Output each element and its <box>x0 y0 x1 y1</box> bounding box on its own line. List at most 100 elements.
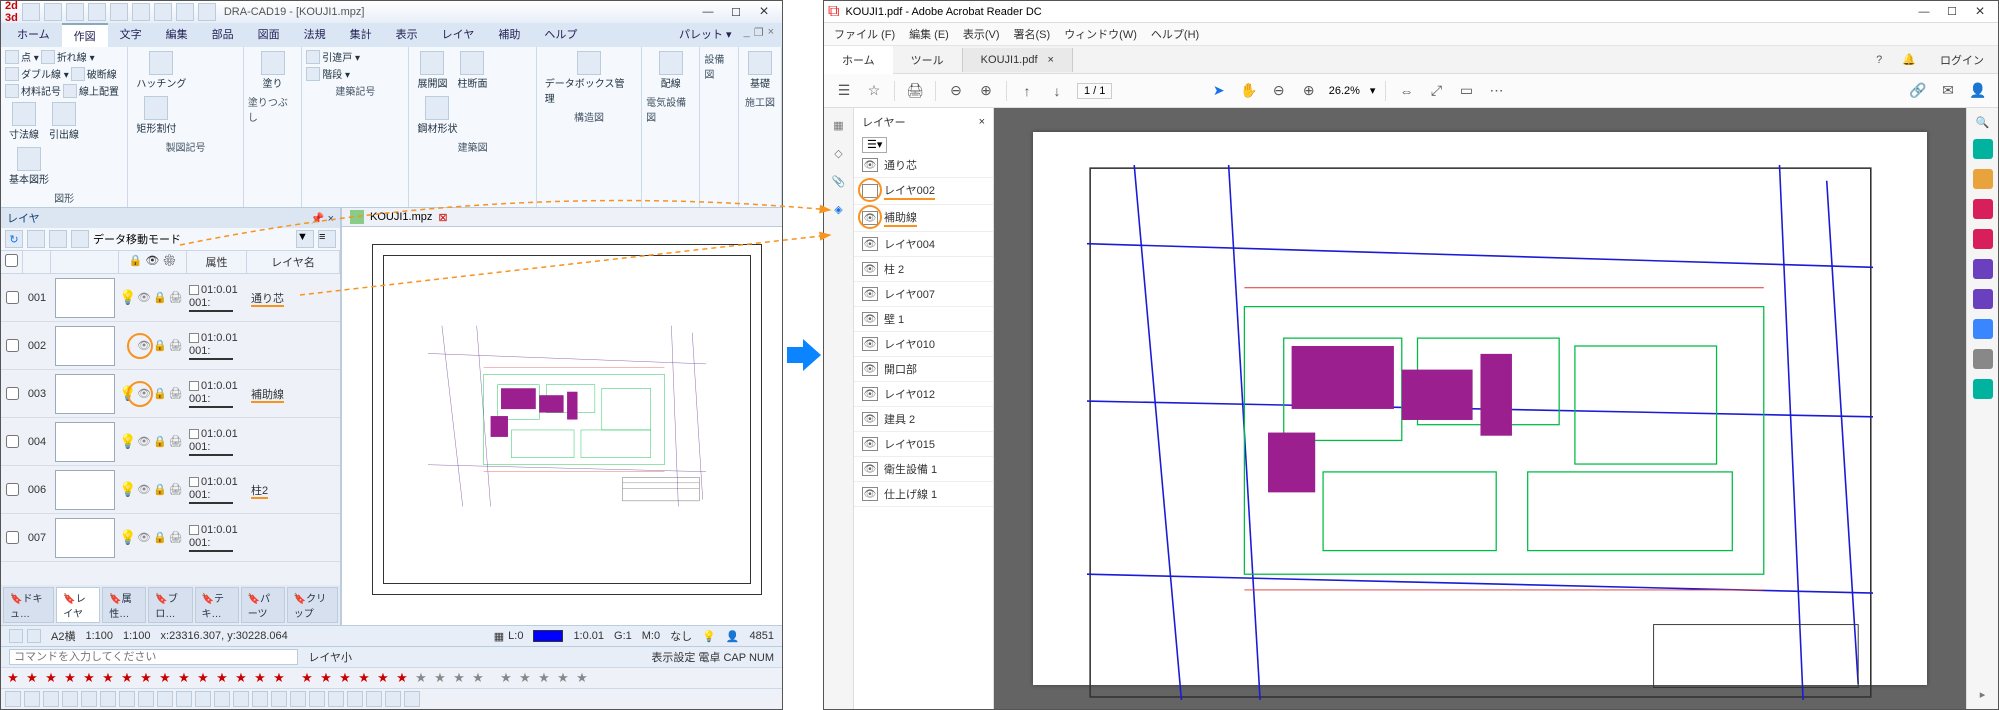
layer-row[interactable]: 003💡👁🔒🖨01:0.01001:補助線 <box>1 370 340 418</box>
layer-icons[interactable]: 👁🔒🖨 <box>137 339 187 352</box>
qat-icon[interactable] <box>66 3 84 21</box>
ribbon-small-button[interactable]: 引違戸 ▾ <box>306 49 360 64</box>
select-all-checkbox[interactable] <box>5 254 18 267</box>
toolbar-button[interactable] <box>195 691 211 707</box>
qat-icon[interactable] <box>198 3 216 21</box>
ribbon-tab[interactable]: 図面 <box>246 23 292 47</box>
ribbon-tab[interactable]: 文字 <box>108 23 154 47</box>
bulb-icon[interactable]: 💡 <box>119 433 137 450</box>
eye-icon[interactable]: 👁 <box>862 462 878 476</box>
toolbar-button[interactable] <box>309 691 325 707</box>
fit-width-icon[interactable]: ⇔ <box>1396 81 1416 101</box>
eye-icon[interactable]: 👁 <box>862 211 878 225</box>
pdf-layer-row[interactable]: レイヤ002 <box>854 178 993 205</box>
right-tool-button[interactable] <box>1973 229 1993 249</box>
toolbar-button[interactable] <box>385 691 401 707</box>
zoom-in-icon[interactable]: ⊕ <box>1299 81 1319 101</box>
ribbon-button[interactable]: データボックス管理 <box>541 49 637 107</box>
acrobat-canvas[interactable] <box>994 108 1966 709</box>
layer-row[interactable]: 002◌👁🔒🖨01:0.01001: <box>1 322 340 370</box>
eye-icon[interactable]: 👁 <box>862 437 878 451</box>
bell-icon[interactable]: 🔔 <box>1892 53 1926 66</box>
menu-item[interactable]: ウィンドウ(W) <box>1064 26 1137 42</box>
layer-name[interactable]: 補助線 <box>247 386 340 402</box>
bulb-icon[interactable]: 💡 <box>119 481 137 498</box>
menu-item[interactable]: 署名(S) <box>1014 26 1051 42</box>
status-right[interactable]: 表示設定 電卓 CAP NUM <box>651 649 774 665</box>
layer-thumbnail[interactable] <box>55 518 115 558</box>
bulb-icon[interactable]: 💡 <box>119 529 137 546</box>
right-tool-button[interactable] <box>1973 199 1993 219</box>
ribbon-tab[interactable]: 集計 <box>338 23 384 47</box>
menu-icon[interactable]: ≡ <box>318 230 336 248</box>
minimize-button[interactable]: — <box>694 2 722 22</box>
toolbar-star-icon[interactable]: ★ <box>318 670 334 686</box>
toolbar-button[interactable] <box>328 691 344 707</box>
eye-icon[interactable] <box>862 184 878 198</box>
zoom-out-icon[interactable]: ⊖ <box>946 81 966 101</box>
bulb-icon[interactable]: 💡 <box>119 289 137 306</box>
layer-attr[interactable]: 01:0.01001: <box>187 428 247 456</box>
side-tab[interactable]: 🔖ブロ… <box>148 587 192 623</box>
layer-attr[interactable]: 01:0.01001: <box>187 380 247 408</box>
layer-row[interactable]: 006💡👁🔒🖨01:0.01001:柱2 <box>1 466 340 514</box>
search-icon[interactable]: 🔍 <box>1976 116 1990 129</box>
layer-icons[interactable]: 👁🔒🖨 <box>137 435 187 448</box>
ribbon-button[interactable]: 矩形割付 <box>132 94 180 137</box>
toolbar-star-icon[interactable]: ★ <box>43 670 59 686</box>
eye-icon[interactable]: 👁 <box>862 237 878 251</box>
toolbar-star-icon[interactable]: ★ <box>536 670 552 686</box>
qat-icon[interactable] <box>88 3 106 21</box>
toolbar-star-icon[interactable]: ★ <box>470 670 486 686</box>
pdf-layer-row[interactable]: 👁レイヤ004 <box>854 232 993 257</box>
status-none[interactable]: なし <box>670 628 692 644</box>
eye-icon[interactable]: 👁 <box>862 387 878 401</box>
status-icon[interactable] <box>9 629 23 643</box>
ribbon-tab[interactable]: ヘルプ <box>532 23 589 47</box>
layer-attr[interactable]: 01:0.01001: <box>187 476 247 504</box>
toolbar-star-icon[interactable]: ★ <box>176 670 192 686</box>
right-tool-button[interactable] <box>1973 259 1993 279</box>
ribbon-button[interactable]: 基礎 <box>743 49 777 92</box>
toolbar-star-icon[interactable]: ★ <box>413 670 429 686</box>
scale-1[interactable]: 1:100 <box>85 630 113 642</box>
toolbar-button[interactable] <box>233 691 249 707</box>
bulb-icon[interactable]: 💡 <box>119 385 137 402</box>
ribbon-button[interactable]: 引出線 <box>45 100 83 143</box>
layer-thumbnail[interactable] <box>55 278 115 318</box>
right-tool-button[interactable] <box>1973 379 1993 399</box>
tab-tool[interactable]: ツール <box>893 46 962 74</box>
pdf-layer-row[interactable]: 👁開口部 <box>854 357 993 382</box>
toolbar-star-icon[interactable]: ★ <box>375 670 391 686</box>
toolbar-star-icon[interactable]: ★ <box>574 670 590 686</box>
panel-close-icon[interactable]: × <box>979 116 985 128</box>
ribbon-small-button[interactable]: 階段 ▾ <box>306 66 350 81</box>
status-group[interactable]: G:1 <box>614 630 632 642</box>
ribbon-small-button[interactable]: 点 ▾ <box>5 49 39 64</box>
menu-item[interactable]: 編集 (E) <box>909 26 949 42</box>
layer-icons[interactable]: 👁🔒🖨 <box>137 387 187 400</box>
layer-row[interactable]: 007💡👁🔒🖨01:0.01001: <box>1 514 340 562</box>
toolbar-button[interactable] <box>404 691 420 707</box>
bulb-icon[interactable]: 💡 <box>702 630 716 643</box>
color-swatch[interactable] <box>533 630 563 642</box>
toolbar-star-icon[interactable]: ★ <box>5 670 21 686</box>
pin-icon[interactable]: 📌 <box>311 213 325 225</box>
doc-close-icon[interactable]: ⊠ <box>438 211 447 224</box>
layer-checkbox[interactable] <box>6 291 19 304</box>
star-icon[interactable]: ☆ <box>864 81 884 101</box>
toolbar-star-icon[interactable]: ★ <box>157 670 173 686</box>
layer-checkbox[interactable] <box>6 435 19 448</box>
ribbon-button[interactable]: 鋼材形状 <box>413 94 461 137</box>
close-button[interactable]: × <box>1966 2 1994 22</box>
page-down-icon[interactable]: ↓ <box>1047 81 1067 101</box>
pdf-layer-row[interactable]: 👁レイヤ015 <box>854 432 993 457</box>
pdf-layer-row[interactable]: 👁柱 2 <box>854 257 993 282</box>
toolbar-star-icon[interactable]: ★ <box>233 670 249 686</box>
account-icon[interactable]: 👤 <box>1968 81 1988 101</box>
window-icon[interactable] <box>49 230 67 248</box>
qat-icon[interactable] <box>110 3 128 21</box>
layer-checkbox[interactable] <box>6 483 19 496</box>
filter-icon[interactable]: ▼ <box>296 230 314 248</box>
toolbar-star-icon[interactable]: ★ <box>119 670 135 686</box>
